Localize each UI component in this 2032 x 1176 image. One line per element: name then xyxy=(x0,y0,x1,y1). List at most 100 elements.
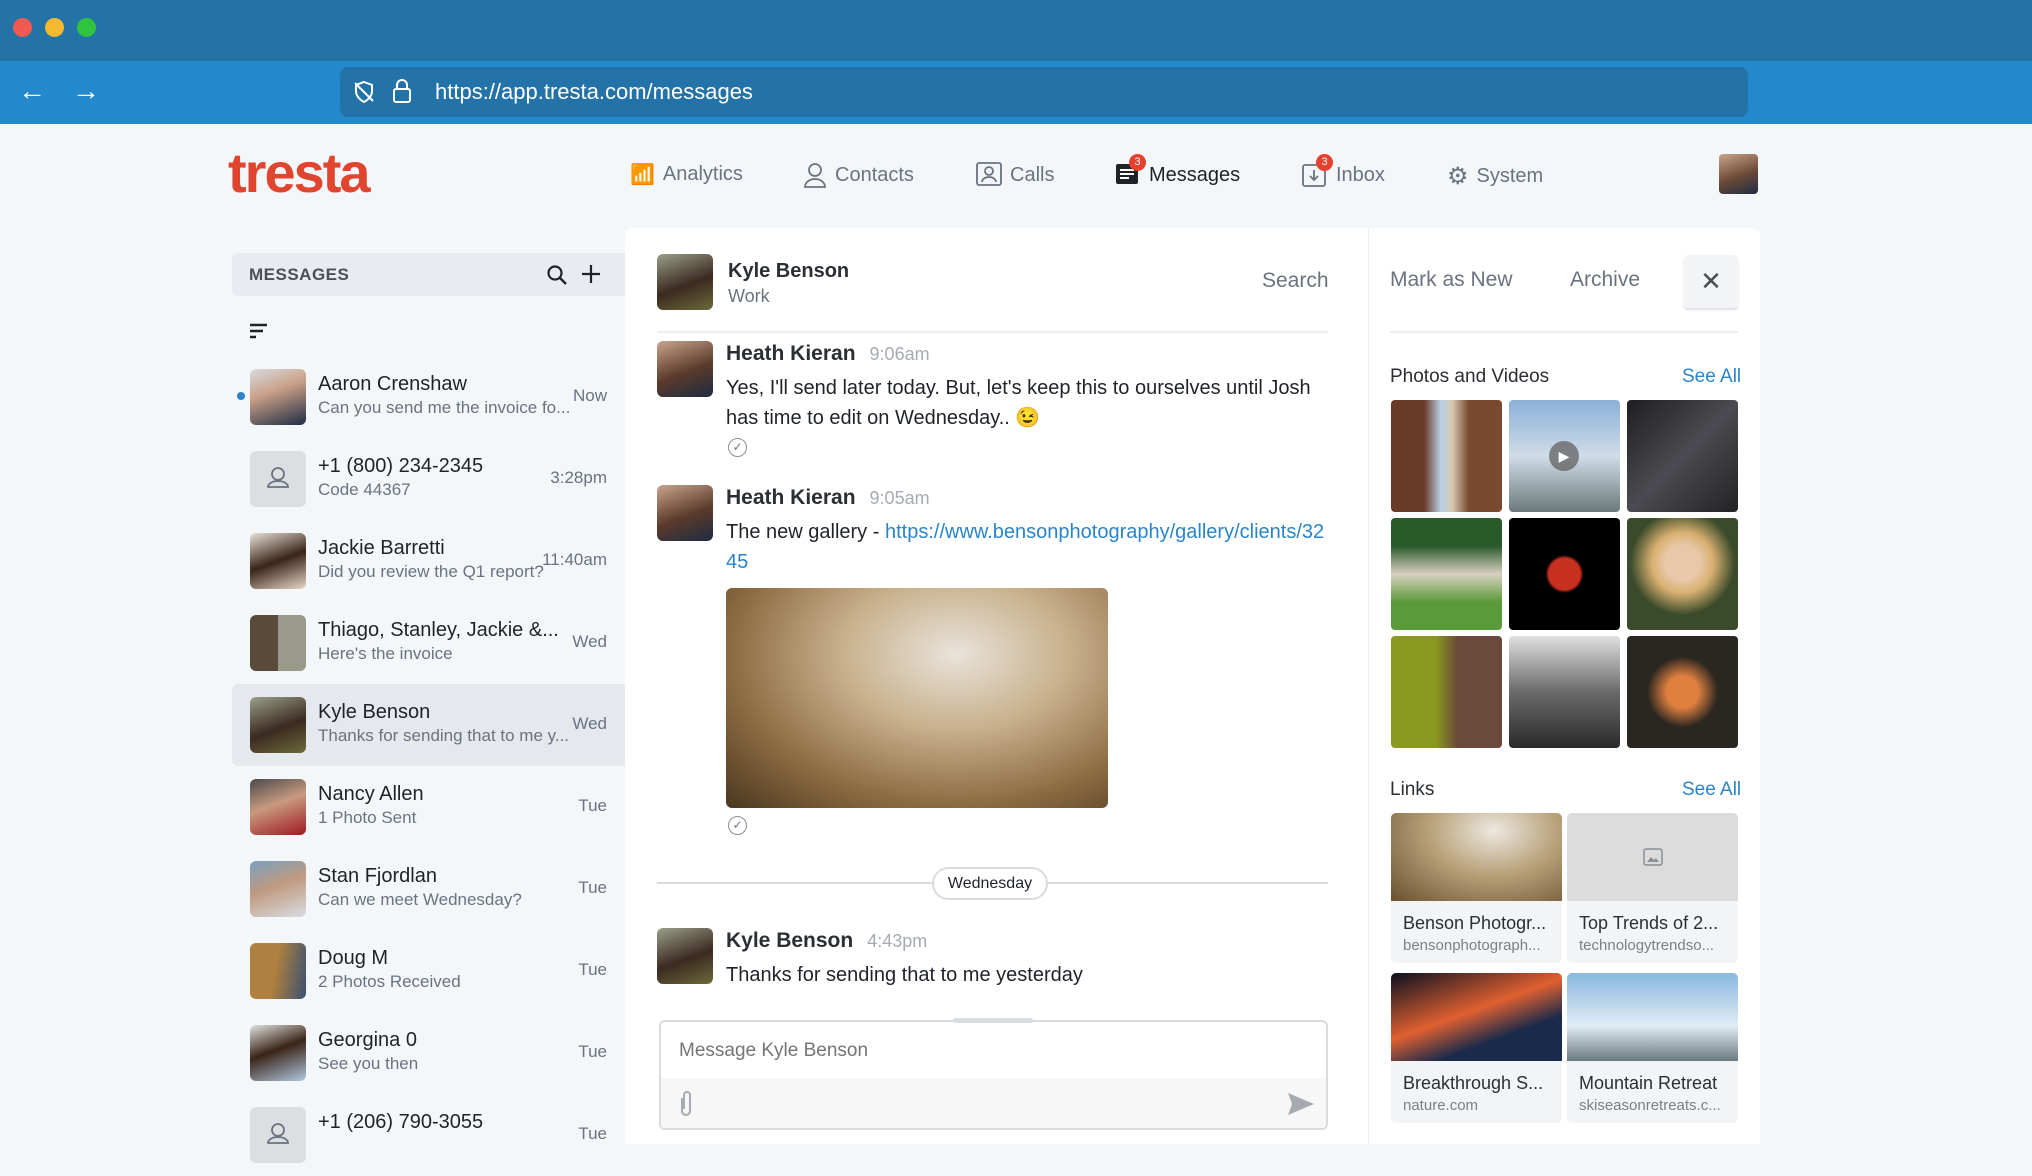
search-icon[interactable] xyxy=(546,264,568,286)
link-title: Benson Photogr... xyxy=(1403,913,1547,933)
contact-avatar xyxy=(250,861,306,917)
conversation-item[interactable]: Nancy Allen 1 Photo Sent Tue xyxy=(232,766,625,848)
photo-thumbnail[interactable] xyxy=(1391,636,1502,748)
link-title: Breakthrough S... xyxy=(1403,1073,1544,1093)
gallery-image[interactable] xyxy=(726,588,1108,808)
nav-inbox[interactable]: 3 Inbox xyxy=(1302,154,1385,188)
nav-messages[interactable]: 3 Messages xyxy=(1115,154,1240,188)
conversation-item[interactable]: Thiago, Stanley, Jackie &... Here's the i… xyxy=(232,602,625,684)
back-arrow-icon[interactable]: ← xyxy=(18,75,46,107)
conversation-item[interactable]: Georgina 0 See you then Tue xyxy=(232,1012,625,1094)
conversation-item[interactable]: Jackie Barretti Did you review the Q1 rep… xyxy=(232,520,625,602)
nav-system[interactable]: ⚙ System xyxy=(1447,162,1543,191)
user-avatar[interactable] xyxy=(1719,154,1758,194)
conversation-name: Doug M xyxy=(318,947,389,969)
conversation-name: Georgina 0 xyxy=(318,1029,417,1051)
messages-list-header: MESSAGES xyxy=(232,253,625,296)
link-domain: bensonphotograph... xyxy=(1403,937,1541,954)
link-preview-image xyxy=(1391,973,1562,1061)
photo-thumbnail[interactable] xyxy=(1627,636,1738,748)
conversation-preview: Can we meet Wednesday? xyxy=(318,890,522,909)
url-text: https://app.tresta.com/messages xyxy=(435,79,753,104)
conversation-preview: Code 44367 xyxy=(318,480,411,499)
conversation-item[interactable]: Kyle Benson Thanks for sending that to me… xyxy=(232,684,625,766)
panel-divider xyxy=(1368,228,1369,1144)
message-input[interactable] xyxy=(679,1036,1299,1066)
conversation-item[interactable]: Doug M 2 Photos Received Tue xyxy=(232,930,625,1012)
conversation-name: Thiago, Stanley, Jackie &... xyxy=(318,619,559,641)
calls-icon xyxy=(976,162,1002,186)
close-panel-button[interactable]: ✕ xyxy=(1684,255,1738,308)
link-card[interactable]: Mountain Retreat skiseasonretreats.c... xyxy=(1567,973,1738,1123)
conversation-time: Tue xyxy=(578,960,607,979)
close-window-button[interactable] xyxy=(13,18,32,37)
photo-thumbnail[interactable] xyxy=(1509,518,1620,630)
link-preview-image xyxy=(1567,973,1738,1061)
attachment-paperclip-icon[interactable] xyxy=(677,1090,695,1118)
conversation-time: Tue xyxy=(578,1124,607,1143)
photo-thumbnail[interactable] xyxy=(1627,400,1738,512)
conversation-name: +1 (800) 234-2345 xyxy=(318,455,484,477)
link-card[interactable]: Benson Photogr... bensonphotograph... xyxy=(1391,813,1562,963)
forward-arrow-icon[interactable]: → xyxy=(72,75,100,107)
link-title: Mountain Retreat xyxy=(1579,1073,1718,1093)
search-conversation-button[interactable]: Search xyxy=(1262,269,1329,293)
sender-avatar[interactable] xyxy=(657,341,713,397)
minimize-window-button[interactable] xyxy=(45,18,64,37)
composer-resize-handle[interactable] xyxy=(953,1018,1033,1023)
photo-thumbnail[interactable] xyxy=(1509,636,1620,748)
nav-analytics[interactable]: 📶 Analytics xyxy=(630,162,743,187)
link-domain: skiseasonretreats.c... xyxy=(1579,1097,1721,1114)
tresta-logo[interactable]: tresta xyxy=(228,140,371,205)
filter-sort-icon[interactable] xyxy=(249,323,269,341)
composer-toolbar xyxy=(661,1078,1326,1128)
conversation-time: Tue xyxy=(578,1042,607,1061)
conversation-preview: See you then xyxy=(318,1054,419,1073)
mark-as-new-button[interactable]: Mark as New xyxy=(1390,268,1513,292)
messages-badge: 3 xyxy=(1129,154,1146,171)
conversation-time: Tue xyxy=(578,796,607,815)
video-thumbnail[interactable]: ▶ xyxy=(1509,400,1620,512)
conversation-time: Tue xyxy=(578,878,607,897)
contact-avatar xyxy=(250,943,306,999)
photo-thumbnail[interactable] xyxy=(1627,518,1738,630)
read-check-icon: ✓ xyxy=(728,816,747,835)
unread-dot xyxy=(237,392,245,400)
address-bar[interactable]: https://app.tresta.com/messages xyxy=(340,67,1748,117)
sender-avatar[interactable] xyxy=(657,928,713,984)
conversation-time: 11:40am xyxy=(542,550,607,569)
new-message-plus-icon[interactable] xyxy=(580,263,602,285)
conversation-name: Aaron Crenshaw xyxy=(318,373,467,395)
conversation-preview: 2 Photos Received xyxy=(318,972,461,991)
contact-avatar xyxy=(250,697,306,753)
links-see-all-link[interactable]: See All xyxy=(1682,779,1741,801)
shield-off-icon xyxy=(354,80,374,104)
links-heading: Links xyxy=(1390,779,1435,800)
window-titlebar xyxy=(0,0,2032,61)
gear-icon: ⚙ xyxy=(1447,163,1469,190)
send-icon[interactable] xyxy=(1287,1092,1315,1116)
conversation-preview: 1 Photo Sent xyxy=(318,808,417,827)
link-card[interactable]: Breakthrough S... nature.com xyxy=(1391,973,1562,1123)
contact-label: Work xyxy=(728,286,770,306)
lock-icon xyxy=(393,79,411,103)
photos-see-all-link[interactable]: See All xyxy=(1682,366,1741,388)
contact-avatar[interactable] xyxy=(657,254,713,310)
conversation-preview: Did you review the Q1 report? xyxy=(318,562,544,581)
conversation-item[interactable]: Aaron Crenshaw Can you send me the invoic… xyxy=(232,356,625,438)
maximize-window-button[interactable] xyxy=(77,18,96,37)
link-card[interactable]: Top Trends of 2... technologytrendso... xyxy=(1567,813,1738,963)
conversation-item[interactable]: Stan Fjordlan Can we meet Wednesday? Tue xyxy=(232,848,625,930)
sender-avatar[interactable] xyxy=(657,485,713,541)
archive-button[interactable]: Archive xyxy=(1570,268,1640,292)
date-divider-pill: Wednesday xyxy=(932,867,1048,900)
contact-avatar xyxy=(250,1025,306,1081)
photo-thumbnail[interactable] xyxy=(1391,400,1502,512)
conversation-item[interactable]: +1 (206) 790-3055 Tue xyxy=(232,1094,625,1176)
conversation-time: Wed xyxy=(572,632,607,651)
nav-contacts[interactable]: Contacts xyxy=(803,162,914,188)
photos-heading: Photos and Videos xyxy=(1390,366,1550,387)
photo-thumbnail[interactable] xyxy=(1391,518,1502,630)
nav-calls[interactable]: Calls xyxy=(976,162,1054,188)
conversation-item[interactable]: +1 (800) 234-2345 Code 44367 3:28pm xyxy=(232,438,625,520)
